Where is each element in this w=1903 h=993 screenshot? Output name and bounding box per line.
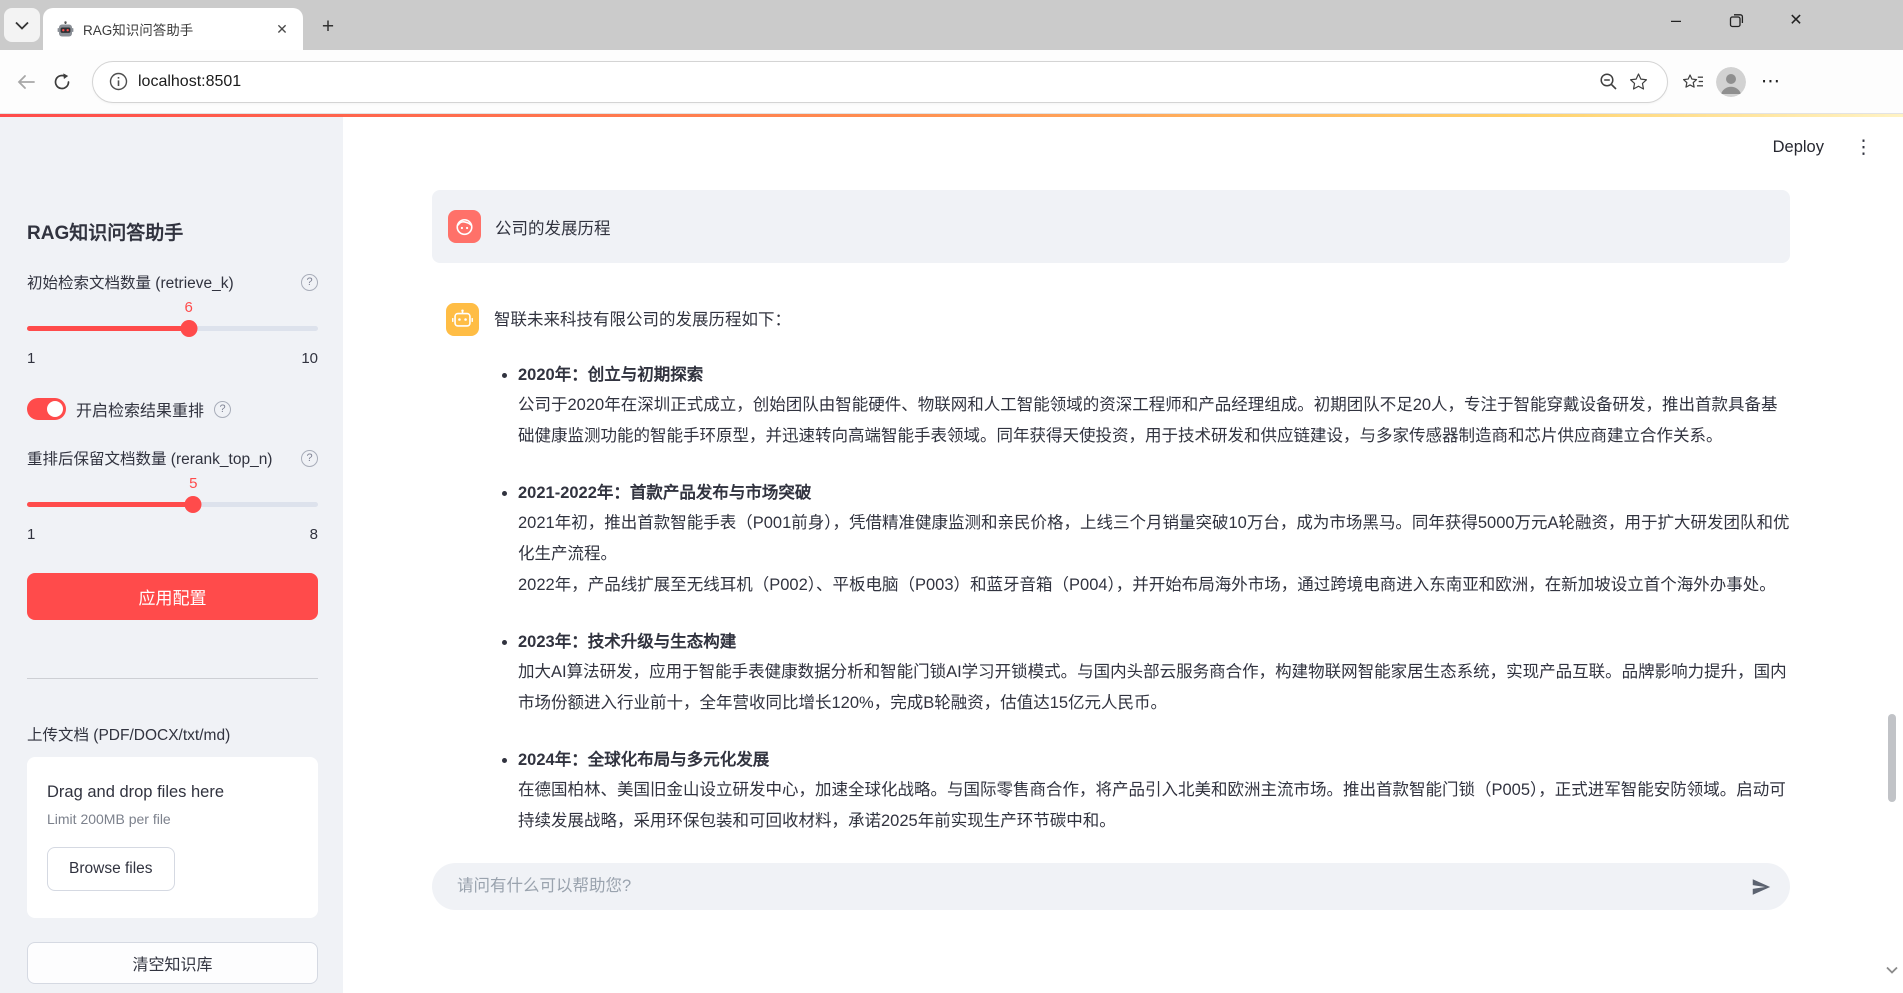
bullet-body: 在德国柏林、美国旧金山设立研发中心，加速全球化战略。与国际零售商合作，将产品引入… (518, 781, 1786, 830)
profile-avatar[interactable] (1716, 66, 1746, 97)
star-icon (1629, 73, 1647, 90)
assistant-message-content: 智联未来科技有限公司的发展历程如下： 2020年：创立与初期探索 公司于2020… (494, 303, 1790, 837)
bullet-heading: 2023年：技术升级与生态构建 (518, 633, 737, 651)
bullet-heading: 2021-2022年：首款产品发布与市场突破 (518, 484, 812, 502)
user-avatar (448, 210, 481, 243)
slider-min-label: 1 (27, 526, 36, 543)
tab-search-button[interactable] (4, 8, 40, 42)
url-text: localhost:8501 (138, 72, 242, 90)
decoration-bar (0, 114, 1903, 117)
rerank-top-n-slider-thumb[interactable] (184, 496, 202, 513)
person-icon (1716, 66, 1746, 97)
rerank-toggle[interactable] (27, 398, 66, 420)
assistant-message: 智联未来科技有限公司的发展历程如下： 2020年：创立与初期探索 公司于2020… (432, 303, 1790, 837)
user-message: 公司的发展历程 (432, 190, 1790, 263)
slider-min-label: 1 (27, 350, 36, 367)
slider-value: 6 (184, 299, 193, 316)
address-bar[interactable]: localhost:8501 (92, 60, 1668, 103)
bullet-heading: 2020年：创立与初期探索 (518, 366, 704, 384)
drag-drop-text: Drag and drop files here (47, 783, 225, 801)
rerank-toggle-row: 开启检索结果重排 ? (27, 397, 318, 421)
user-message-text: 公司的发展历程 (495, 219, 611, 238)
chat-area: 公司的发展历程 智联未来科技有限公司的发展历程如下： • 2020年：创立与初期… (432, 190, 1790, 910)
site-info-icon[interactable] (109, 72, 128, 91)
new-tab-button[interactable]: + (313, 12, 343, 42)
bullet-heading: 2024年：全球化布局与多元化发展 (518, 751, 770, 769)
browser-tab-strip: RAG知识问答助手 ✕ + – ✕ (0, 0, 1903, 50)
help-icon[interactable]: ? (301, 449, 318, 467)
chat-input[interactable] (432, 863, 1790, 910)
app-title: RAG知识问答助手 (27, 223, 184, 244)
robot-favicon-icon (57, 20, 74, 36)
user-face-icon (456, 219, 473, 236)
bullet-body: 2021年初，推出首款智能手表（P001前身），凭借精准健康监测和亲民价格，上线… (518, 514, 1790, 563)
toggle-knob (47, 401, 63, 417)
sidebar-divider (27, 678, 318, 679)
timeline-list: 2020年：创立与初期探索 公司于2020年在深圳正式成立，创始团队由智能硬件、… (494, 360, 1790, 837)
bullet-body: 公司于2020年在深圳正式成立，创始团队由智能硬件、物联网和人工智能领域的资深工… (518, 396, 1778, 445)
collections-star-icon (1682, 74, 1703, 88)
retrieve-k-label: 初始检索文档数量 (retrieve_k) (27, 275, 234, 292)
slider-value: 5 (189, 475, 198, 492)
help-icon[interactable]: ? (214, 400, 232, 418)
retrieve-k-slider-thumb[interactable] (180, 320, 198, 337)
reload-icon (54, 72, 70, 89)
file-limit-text: Limit 200MB per file (47, 811, 171, 827)
zoom-out-icon (1599, 73, 1617, 90)
slider-max-label: 10 (301, 350, 318, 367)
help-icon[interactable]: ? (301, 273, 318, 291)
bullet-body: 2022年，产品线扩展至无线耳机（P002）、平板电脑（P003）和蓝牙音箱（P… (518, 576, 1776, 594)
back-button[interactable] (8, 64, 44, 100)
browser-nav-bar: localhost:8501 ⋯ (0, 50, 1903, 114)
rerank-toggle-label: 开启检索结果重排 (76, 403, 205, 420)
tab-title: RAG知识问答助手 (83, 23, 194, 38)
browser-tab[interactable]: RAG知识问答助手 ✕ (43, 8, 303, 50)
clear-knowledge-base-button[interactable]: 清空知识库 (27, 942, 318, 984)
deploy-button[interactable]: Deploy (1773, 138, 1824, 157)
slider-max-label: 8 (309, 526, 318, 543)
app-area: RAG知识问答助手 初始检索文档数量 (retrieve_k) ? 6 1 10… (0, 114, 1903, 993)
browse-files-button[interactable]: Browse files (47, 847, 175, 891)
back-arrow-icon (17, 74, 35, 89)
rerank-top-n-slider-widget: 重排后保留文档数量 (rerank_top_n) ? 5 1 8 (27, 447, 318, 543)
restore-icon (1729, 13, 1743, 27)
list-item: 2024年：全球化布局与多元化发展 在德国柏林、美国旧金山设立研发中心，加速全球… (518, 745, 1790, 837)
list-item: 2023年：技术升级与生态构建 加大AI算法研发，应用于智能手表健康数据分析和智… (518, 627, 1790, 719)
robot-icon (452, 309, 473, 327)
retrieve-k-slider-widget: 初始检索文档数量 (retrieve_k) ? 6 1 10 (27, 271, 318, 367)
assistant-avatar (446, 303, 479, 336)
main-area: Deploy ⋮ 公司的发展历程 智联未来科技有限公司的发展历程如下： • 20… (343, 114, 1903, 993)
tab-close-button[interactable]: ✕ (271, 18, 293, 40)
page-scrollbar-thumb[interactable] (1888, 714, 1896, 802)
browser-menu-button[interactable]: ⋯ (1754, 70, 1788, 93)
apply-config-button[interactable]: 应用配置 (27, 573, 318, 620)
favorite-button[interactable] (1623, 67, 1653, 97)
retrieve-k-slider-track[interactable] (27, 326, 318, 331)
chevron-down-icon (15, 21, 29, 30)
window-close-button[interactable]: ✕ (1779, 3, 1813, 37)
send-button[interactable] (1748, 874, 1774, 900)
chat-input-container (432, 863, 1790, 910)
bullet-body: 加大AI算法研发，应用于智能手表健康数据分析和智能门锁AI学习开锁模式。与国内头… (518, 663, 1787, 712)
send-icon (1752, 879, 1771, 895)
sidebar: RAG知识问答助手 初始检索文档数量 (retrieve_k) ? 6 1 10… (0, 114, 343, 993)
rerank-top-n-label: 重排后保留文档数量 (rerank_top_n) (27, 451, 273, 468)
assistant-intro-text: 智联未来科技有限公司的发展历程如下： (494, 311, 791, 329)
zoom-out-button[interactable] (1593, 67, 1623, 97)
restore-button[interactable] (1719, 3, 1753, 37)
minimize-button[interactable]: – (1659, 3, 1693, 37)
rerank-top-n-slider-track[interactable] (27, 502, 318, 507)
list-item: 2021-2022年：首款产品发布与市场突破 2021年初，推出首款智能手表（P… (518, 478, 1790, 601)
scroll-down-arrow-icon[interactable] (1885, 963, 1899, 977)
file-uploader-dropzone[interactable]: Drag and drop files here Limit 200MB per… (27, 757, 318, 918)
upload-docs-label: 上传文档 (PDF/DOCX/txt/md) (27, 727, 231, 744)
list-item: 2020年：创立与初期探索 公司于2020年在深圳正式成立，创始团队由智能硬件、… (518, 360, 1790, 452)
favorites-hub-button[interactable] (1678, 67, 1708, 97)
app-menu-button[interactable]: ⋮ (1854, 138, 1873, 157)
reload-button[interactable] (44, 64, 80, 100)
